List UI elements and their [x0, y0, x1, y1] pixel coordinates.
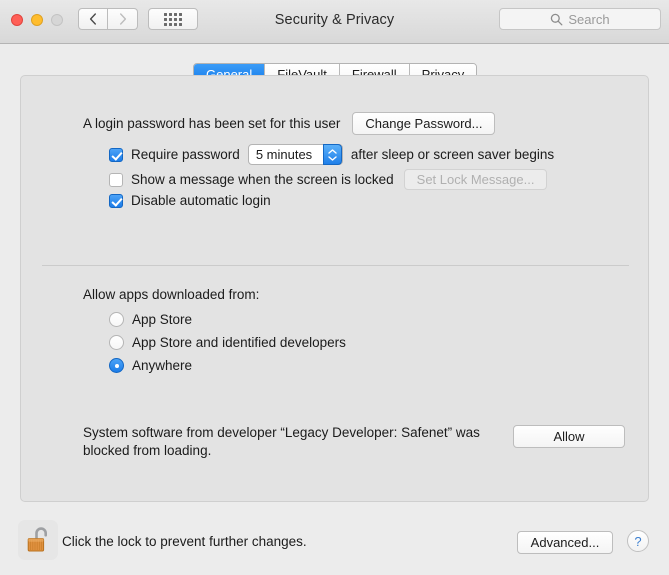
require-password-interval-value: 5 minutes [255, 147, 313, 162]
radio-anywhere[interactable] [109, 358, 124, 373]
radio-app-store-identified-developers[interactable] [109, 335, 124, 350]
lock-hint-text: Click the lock to prevent further change… [62, 534, 307, 549]
window-titlebar: Security & Privacy Search [0, 0, 669, 44]
show-lock-message-row: Show a message when the screen is locked… [109, 169, 548, 190]
allow-button[interactable]: Allow [513, 425, 625, 448]
show-lock-message-label: Show a message when the screen is locked [131, 172, 394, 187]
help-button[interactable]: ? [627, 530, 649, 552]
require-password-interval-select[interactable]: 5 minutes [247, 144, 343, 165]
search-placeholder: Search [568, 11, 610, 27]
radio-row-anywhere[interactable]: Anywhere [109, 358, 192, 373]
disable-auto-login-checkbox[interactable] [109, 193, 123, 208]
radio-label-app-store-identified-developers: App Store and identified developers [132, 335, 346, 350]
search-input[interactable]: Search [499, 8, 661, 30]
radio-label-app-store: App Store [132, 312, 193, 327]
radio-app-store[interactable] [109, 312, 124, 327]
change-password-button[interactable]: Change Password... [352, 112, 496, 135]
security-privacy-window: Security & Privacy Search General FileVa… [0, 0, 669, 575]
require-password-checkbox[interactable] [109, 147, 123, 162]
login-password-row: A login password has been set for this u… [83, 112, 496, 135]
allow-apps-heading: Allow apps downloaded from: [83, 287, 260, 302]
require-password-label: Require password [131, 147, 240, 162]
stepper-arrows-icon[interactable] [322, 144, 342, 165]
unlocked-padlock-icon [27, 527, 47, 552]
radio-row-app-store[interactable]: App Store [109, 312, 192, 327]
chevron-up-icon [328, 148, 337, 154]
login-password-status-text: A login password has been set for this u… [83, 116, 341, 131]
radio-label-anywhere: Anywhere [132, 358, 193, 373]
set-lock-message-button: Set Lock Message... [403, 169, 548, 190]
require-password-suffix-label: after sleep or screen saver begins [350, 147, 555, 162]
show-lock-message-checkbox[interactable] [109, 172, 123, 187]
disable-auto-login-label: Disable automatic login [131, 193, 271, 208]
require-password-row: Require password 5 minutes after sleep o… [109, 144, 554, 165]
general-settings-panel: A login password has been set for this u… [20, 75, 649, 502]
search-icon [551, 13, 563, 25]
advanced-button[interactable]: Advanced... [517, 531, 613, 554]
chevron-down-icon [328, 155, 337, 161]
section-divider [42, 265, 629, 266]
disable-auto-login-row: Disable automatic login [109, 193, 271, 208]
radio-row-app-store-identified[interactable]: App Store and identified developers [109, 335, 346, 350]
lock-button[interactable] [18, 520, 58, 560]
blocked-software-notice: System software from developer “Legacy D… [83, 425, 480, 458]
help-question-mark-icon: ? [634, 533, 642, 549]
